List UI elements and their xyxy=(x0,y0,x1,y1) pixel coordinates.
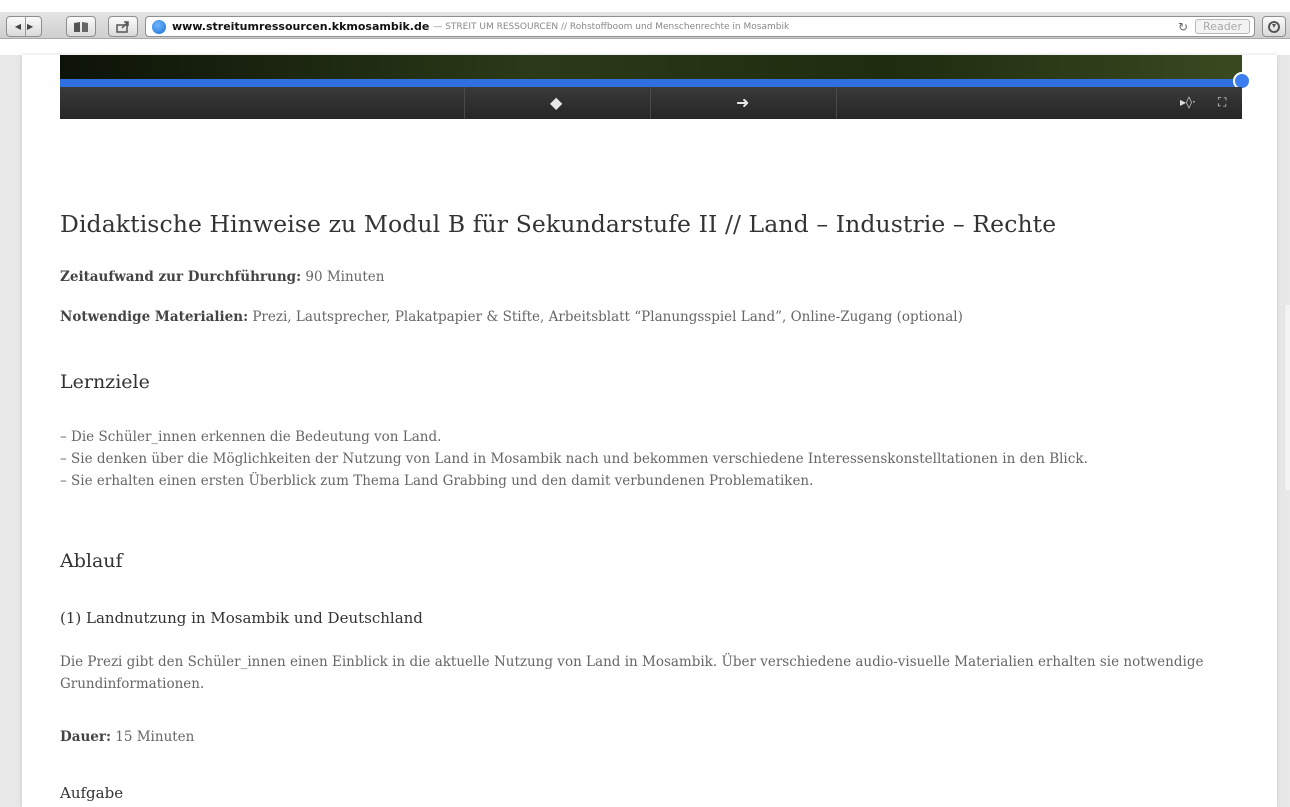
divider xyxy=(464,87,465,119)
book-icon xyxy=(74,21,88,32)
materials-value: Prezi, Lautsprecher, Plakatpapier & Stif… xyxy=(248,309,963,325)
process-heading: Ablauf xyxy=(60,550,123,572)
reload-icon[interactable]: ↻ xyxy=(1178,20,1188,34)
reader-button[interactable]: Reader xyxy=(1195,19,1250,34)
divider xyxy=(836,87,837,119)
video-frame xyxy=(60,55,1242,79)
time-value: 90 Minuten xyxy=(301,269,385,285)
duration-label: Dauer: xyxy=(60,729,111,745)
duration-value: 15 Minuten xyxy=(110,729,195,745)
divider xyxy=(650,87,651,119)
goal-item: – Die Schüler_innen erkennen die Bedeutu… xyxy=(60,429,442,445)
task-heading: Aufgabe xyxy=(60,784,124,802)
scrollbar[interactable] xyxy=(1284,305,1290,490)
globe-icon xyxy=(152,19,166,34)
materials-label: Notwendige Materialien: xyxy=(60,309,249,325)
video-controls: ◆ ➜ ▸◊· ⛶ xyxy=(60,87,1242,119)
next-step-icon[interactable]: ➜ xyxy=(736,93,749,112)
time-info: Zeitaufwand zur Durchführung: 90 Minuten xyxy=(60,266,384,288)
volume-icon[interactable]: ▸◊· xyxy=(1180,95,1196,109)
address-bar[interactable]: www.streitumressourcen.kkmosambik.de — S… xyxy=(145,16,1255,37)
back-forward-buttons[interactable]: ◀ ▶ xyxy=(6,16,42,37)
step-description: Die Prezi gibt den Schüler_innen einen E… xyxy=(60,654,1204,692)
goal-item: – Sie erhalten einen ersten Überblick zu… xyxy=(60,473,814,489)
video-progress-bar[interactable] xyxy=(60,72,1251,90)
bookmarks-button[interactable] xyxy=(66,16,96,37)
browser-toolbar: ◀ ▶ www.streitumressourcen.kkmosambik.de… xyxy=(0,0,1290,55)
materials-info: Notwendige Materialien: Prezi, Lautsprec… xyxy=(60,306,963,328)
goals-heading: Lernziele xyxy=(60,371,150,393)
video-progress-fill xyxy=(60,79,1242,87)
goal-item: – Sie denken über die Möglichkeiten der … xyxy=(60,451,1088,467)
previous-step-icon[interactable]: ◆ xyxy=(550,93,562,112)
fullscreen-icon[interactable]: ⛶ xyxy=(1218,95,1226,110)
forward-icon[interactable]: ▶ xyxy=(27,22,33,31)
back-icon[interactable]: ◀ xyxy=(15,22,21,31)
divider xyxy=(25,16,26,37)
share-icon xyxy=(116,20,129,33)
share-button[interactable] xyxy=(108,16,138,37)
step-heading: (1) Landnutzung in Mosambik und Deutschl… xyxy=(60,609,423,627)
download-icon xyxy=(1268,20,1280,33)
video-player[interactable]: ◆ ➜ ▸◊· ⛶ xyxy=(60,55,1251,119)
downloads-button[interactable] xyxy=(1262,16,1286,37)
time-label: Zeitaufwand zur Durchführung: xyxy=(60,269,302,285)
article-title: Didaktische Hinweise zu Modul B für Seku… xyxy=(60,210,1057,238)
page-title-text: — STREIT UM RESSOURCEN // Rohstoffboom u… xyxy=(433,21,790,32)
duration-info: Dauer: 15 Minuten xyxy=(60,726,194,748)
url-text: www.streitumressourcen.kkmosambik.de xyxy=(172,20,430,33)
page-content: ◆ ➜ ▸◊· ⛶ Didaktische Hinweise zu Modul … xyxy=(22,55,1277,807)
